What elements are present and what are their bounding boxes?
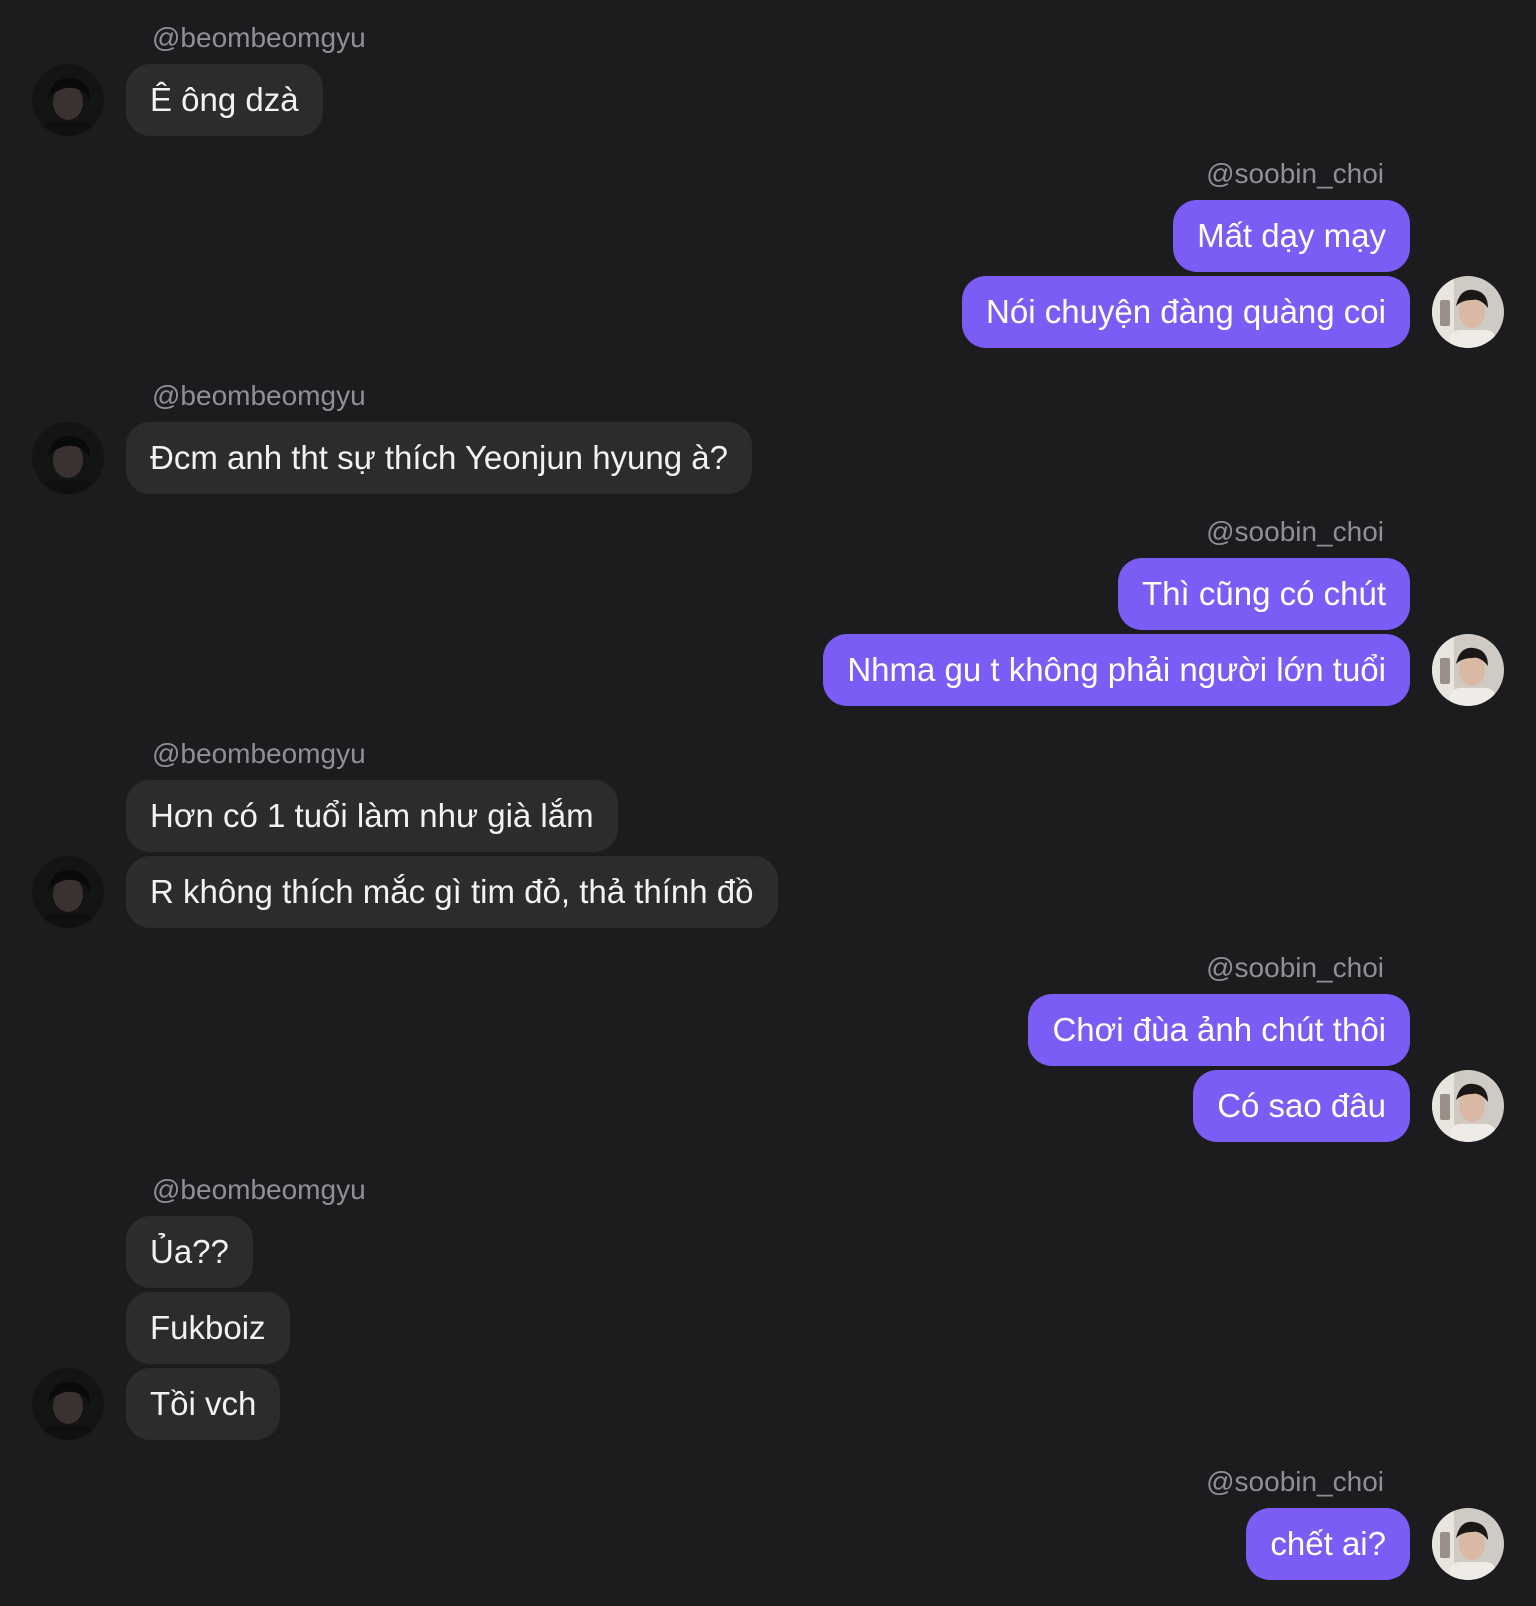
message-bubble[interactable]: chết ai? xyxy=(1246,1508,1410,1580)
message-bubble[interactable]: Tồi vch xyxy=(126,1368,281,1440)
message-group-outgoing: @soobin_choi chết ai? xyxy=(1206,1464,1504,1580)
user-avatar-dark-icon[interactable] xyxy=(32,422,104,494)
message-bubble[interactable]: Ủa?? xyxy=(126,1216,253,1288)
message-group-outgoing: @soobin_choi Mất dạy mạy Nói chuyện đàng… xyxy=(962,156,1504,348)
user-avatar-dark-icon[interactable] xyxy=(32,856,104,928)
sender-handle[interactable]: @beombeomgyu xyxy=(32,736,778,772)
user-avatar-light-icon[interactable] xyxy=(1432,276,1504,348)
message-bubble[interactable]: Đcm anh tht sự thích Yeonjun hyung à? xyxy=(126,422,752,494)
sender-handle[interactable]: @soobin_choi xyxy=(823,514,1504,550)
message-bubble[interactable]: Ê ông dzà xyxy=(126,64,323,136)
message-bubble[interactable]: Nói chuyện đàng quàng coi xyxy=(962,276,1410,348)
message-bubble[interactable]: Mất dạy mạy xyxy=(1173,200,1410,272)
message-group-incoming: @beombeomgyu Ê ông dzà xyxy=(32,20,366,136)
message-group-incoming: @beombeomgyu Hơn có 1 tuổi làm như già l… xyxy=(32,736,778,928)
user-avatar-light-icon[interactable] xyxy=(1432,1070,1504,1142)
message-group-outgoing: @soobin_choi Chơi đùa ảnh chút thôi Có s… xyxy=(1028,950,1504,1142)
message-bubble[interactable]: Chơi đùa ảnh chút thôi xyxy=(1028,994,1410,1066)
message-group-outgoing: @soobin_choi Thì cũng có chút Nhma gu t … xyxy=(823,514,1504,706)
message-bubble[interactable]: Có sao đâu xyxy=(1193,1070,1410,1142)
user-avatar-dark-icon[interactable] xyxy=(32,1368,104,1440)
sender-handle[interactable]: @soobin_choi xyxy=(962,156,1504,192)
message-bubble[interactable]: Nhma gu t không phải người lớn tuổi xyxy=(823,634,1410,706)
sender-handle[interactable]: @beombeomgyu xyxy=(32,1172,366,1208)
sender-handle[interactable]: @beombeomgyu xyxy=(32,378,752,414)
sender-handle[interactable]: @soobin_choi xyxy=(1028,950,1504,986)
message-bubble[interactable]: Fukboiz xyxy=(126,1292,290,1364)
message-bubble[interactable]: R không thích mắc gì tim đỏ, thả thính đ… xyxy=(126,856,778,928)
message-group-incoming: @beombeomgyu Ủa?? Fukboiz Tồi vch xyxy=(32,1172,366,1440)
user-avatar-light-icon[interactable] xyxy=(1432,634,1504,706)
message-bubble[interactable]: Hơn có 1 tuổi làm như già lắm xyxy=(126,780,618,852)
chat-thread[interactable]: @beombeomgyu Ê ông dzà @soobin_choi Mất … xyxy=(0,0,1536,1606)
sender-handle[interactable]: @soobin_choi xyxy=(1206,1464,1504,1500)
message-bubble[interactable]: Thì cũng có chút xyxy=(1118,558,1410,630)
message-group-incoming: @beombeomgyu Đcm anh tht sự thích Yeonju… xyxy=(32,378,752,494)
user-avatar-dark-icon[interactable] xyxy=(32,64,104,136)
sender-handle[interactable]: @beombeomgyu xyxy=(32,20,366,56)
user-avatar-light-icon[interactable] xyxy=(1432,1508,1504,1580)
